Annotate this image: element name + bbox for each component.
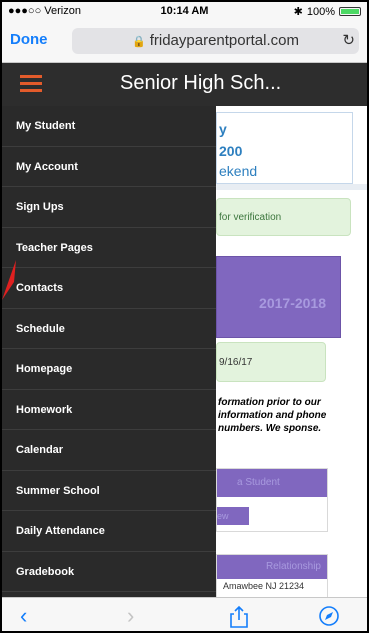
student-panel-header: a Student — [217, 469, 327, 497]
url-text: fridayparentportal.com — [149, 32, 299, 49]
menu-item-calendar[interactable]: Calendar — [2, 430, 216, 471]
date-notice: 9/16/17 — [216, 342, 326, 382]
page-content: y 200 ekend for verification 2017-2018 9… — [216, 106, 367, 597]
student-card-line2: 200 — [219, 143, 243, 159]
menu-item-contacts[interactable]: Contacts — [2, 268, 216, 309]
menu-item-my-student[interactable]: My Student — [2, 106, 216, 147]
menu-item-gradebook[interactable]: Gradebook — [2, 552, 216, 592]
browser-toolbar: ‹ › — [2, 597, 367, 631]
address-text: Amawbee NJ 21234 — [223, 581, 305, 591]
student-card-line1: y — [219, 121, 227, 137]
red-arrow-annotation — [2, 260, 16, 300]
menu-item-summer-school[interactable]: Summer School — [2, 471, 216, 511]
phone-screen: ●●●○○ Verizon 10:14 AM ✱ 100% Done 🔒 frid… — [0, 0, 369, 633]
menu-item-sign-ups[interactable]: Sign Ups — [2, 187, 216, 228]
battery-icon — [339, 7, 361, 16]
student-panel: a Student ew — [216, 468, 328, 532]
site-header: Senior High Sch... — [2, 63, 367, 106]
relationship-panel: Relationship Amawbee NJ 21234 — [216, 554, 328, 597]
student-card: y 200 ekend — [216, 112, 353, 184]
hamburger-menu-icon[interactable] — [20, 75, 42, 93]
student-card-line3[interactable]: ekend — [219, 163, 257, 179]
school-year: 2017-2018 — [259, 295, 326, 311]
browser-url-bar: Done 🔒 fridayparentportal.com ↻ — [2, 20, 367, 63]
menu-item-schedule[interactable]: Schedule — [2, 309, 216, 349]
side-menu: My Student My Account Sign Ups Teacher Page… — [2, 106, 216, 597]
menu-item-my-account[interactable]: My Account — [2, 147, 216, 187]
battery-fill — [341, 9, 359, 14]
back-icon[interactable]: ‹ — [20, 605, 27, 627]
site-title: Senior High Sch... — [120, 72, 282, 94]
lock-icon: 🔒 — [132, 36, 146, 48]
forward-icon[interactable]: › — [127, 605, 134, 627]
relationship-header: Relationship — [217, 555, 327, 579]
school-year-banner: 2017-2018 — [216, 256, 341, 338]
battery-percent: 100% — [306, 5, 335, 18]
info-paragraph: formation prior to our information and p… — [218, 397, 327, 434]
done-button[interactable]: Done — [10, 31, 48, 48]
reload-icon[interactable]: ↻ — [342, 28, 355, 54]
menu-item-daily-attendance[interactable]: Daily Attendance — [2, 511, 216, 552]
address-field[interactable]: 🔒 fridayparentportal.com ↻ — [72, 28, 359, 54]
compass-icon[interactable] — [318, 605, 340, 631]
menu-item-homework[interactable]: Homework — [2, 390, 216, 430]
divider — [216, 184, 367, 190]
verification-notice: for verification — [216, 198, 351, 236]
status-right: ✱ 100% — [294, 5, 361, 18]
view-button[interactable]: ew — [217, 507, 249, 525]
menu-item-homepage[interactable]: Homepage — [2, 349, 216, 390]
menu-item-teacher-pages[interactable]: Teacher Pages — [2, 228, 216, 268]
share-icon[interactable] — [229, 605, 249, 631]
bluetooth-icon: ✱ — [293, 6, 303, 18]
status-bar: ●●●○○ Verizon 10:14 AM ✱ 100% — [2, 2, 367, 20]
